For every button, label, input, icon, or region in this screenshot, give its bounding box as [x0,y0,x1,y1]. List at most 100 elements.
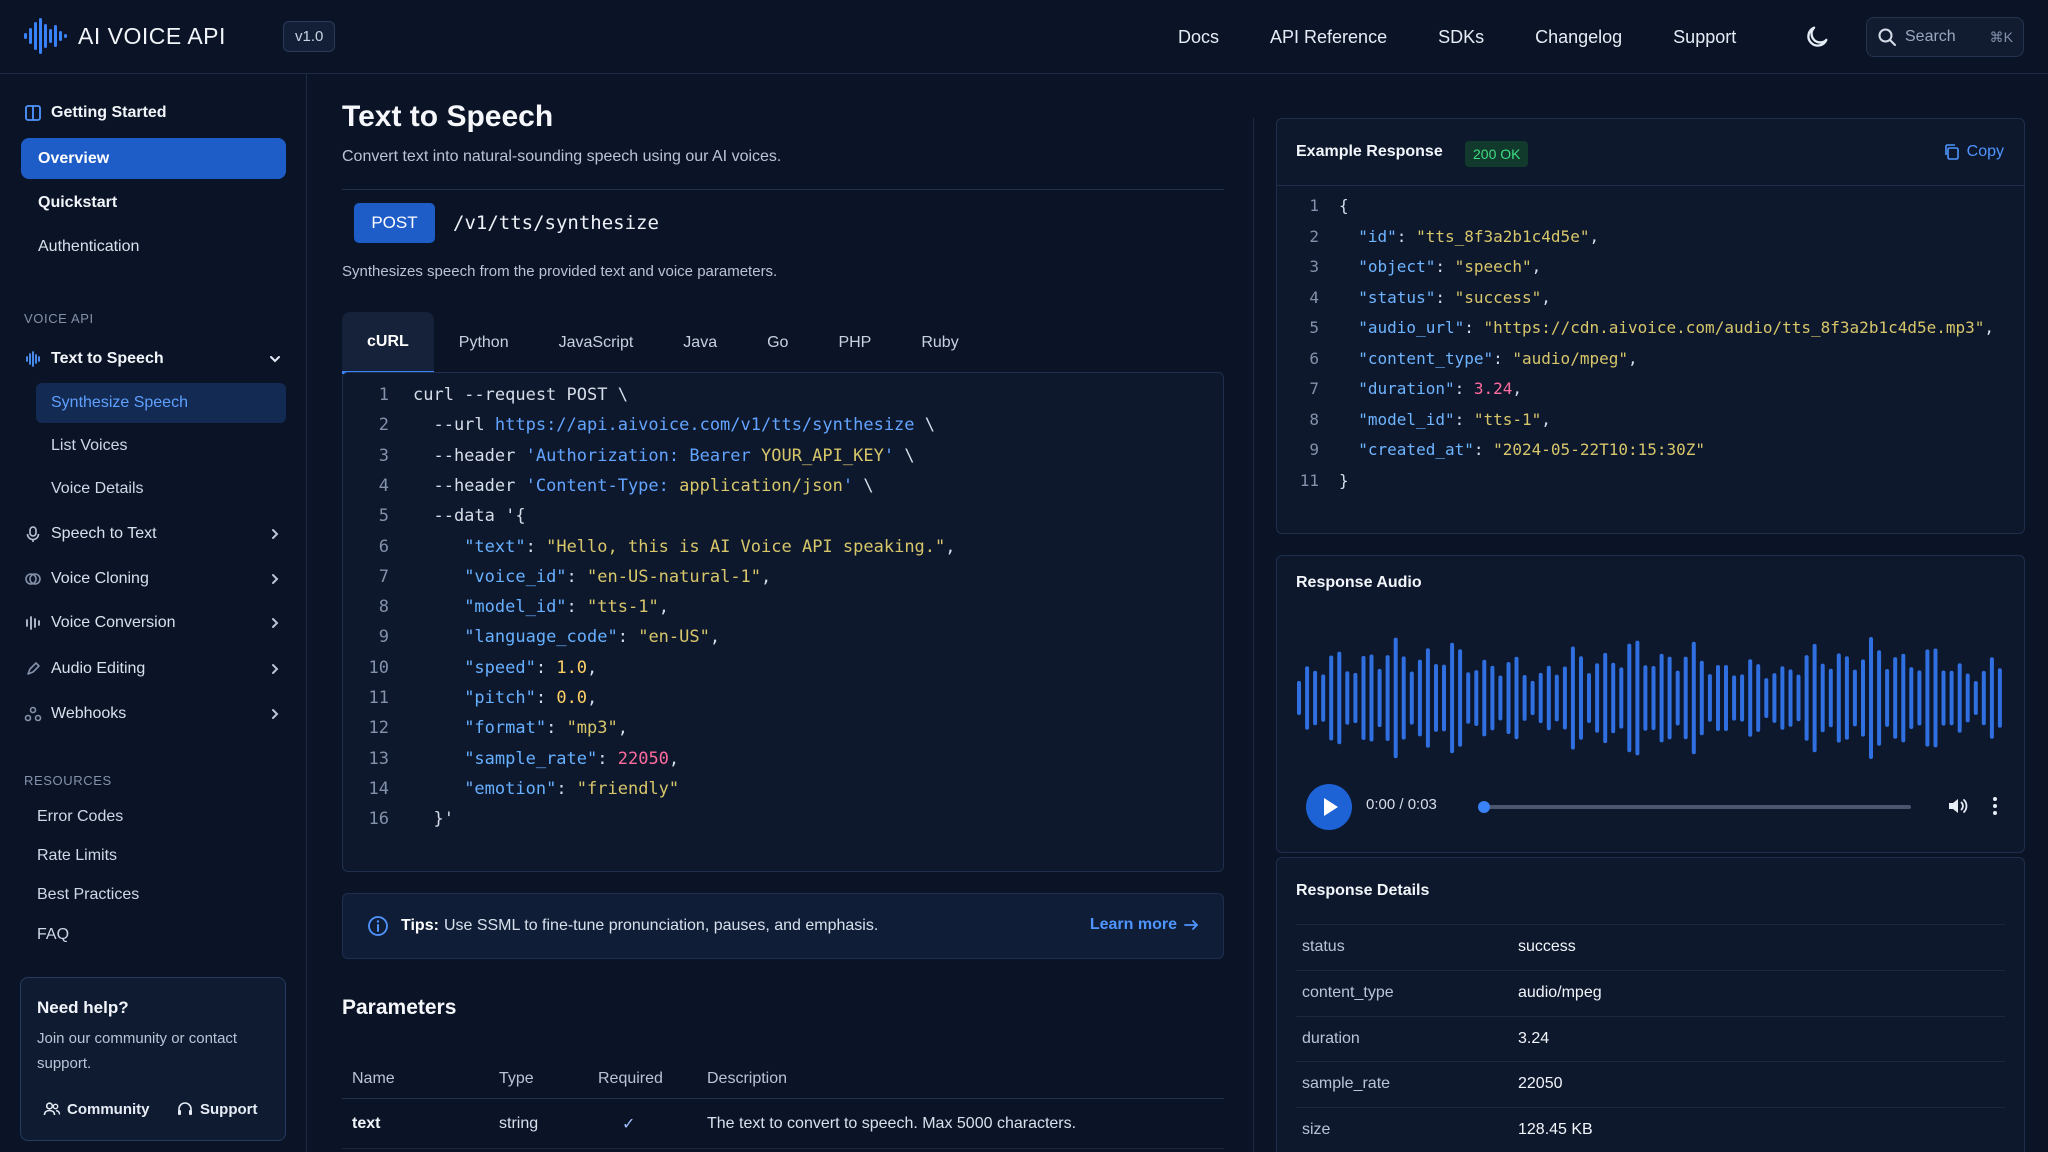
learn-more-link[interactable]: Learn more [1090,916,1201,934]
code-token: "2024-05-22T10:15:30Z" [1493,440,1706,459]
volume-icon[interactable] [1946,794,1970,818]
code-token: , [1984,318,1995,337]
code-token: "https://cdn.aivoice.com/audio/tts_8f3a2… [1483,318,1985,337]
sidebar-item-error-codes[interactable]: Error Codes [37,808,123,826]
json-line: 6 "content_type": "audio/mpeg", [1277,348,1637,379]
copy-button[interactable]: Copy [1943,143,2004,161]
waveform-bar [1619,667,1624,729]
code-token: "content_type" [1358,348,1494,368]
chevron-down-icon [270,356,280,363]
code-block[interactable]: 1 curl --request POST \ 2 --url https://ap… [342,372,1224,872]
sidebar-group-voice-cloning[interactable]: Voice Cloning [24,564,286,594]
nav-changelog[interactable]: Changelog [1535,27,1622,48]
waveform-bar [1893,657,1898,739]
tab-java[interactable]: Java [658,312,742,374]
waveform-bar [1627,643,1632,753]
audio-waveform[interactable] [1296,633,2005,763]
code-token: "format" [464,718,547,739]
sidebar-heading-getting-started[interactable]: Getting Started [24,104,167,122]
column-header-name: Name [352,1069,395,1087]
code-token: "model_id" [464,597,567,618]
sidebar-item-label: Overview [38,149,110,167]
support-button[interactable]: Support [176,1100,258,1118]
sidebar-group-webhooks[interactable]: Webhooks [24,699,286,729]
nav-docs[interactable]: Docs [1178,27,1219,48]
nav-sdks[interactable]: SDKs [1438,27,1484,48]
status-badge: 200 OK [1465,141,1529,167]
tab-ruby[interactable]: Ruby [896,312,983,374]
sidebar-item-quickstart[interactable]: Quickstart [21,182,286,223]
code-token: : [566,597,588,618]
version-badge[interactable]: v1.0 [283,21,336,52]
line-number: 10 [368,657,389,678]
sidebar-group-audio-editing[interactable]: Audio Editing [24,654,286,684]
code-token: , [709,627,721,648]
waveform-bar [1724,665,1728,731]
json-line: 1{ [1277,196,1348,226]
waveform-bar [1385,655,1390,741]
detail-row: content_type audio/mpeg [1296,970,2005,1016]
json-line: 3 "object": "speech", [1277,257,1541,287]
line-number: 6 [1309,348,1319,368]
line-number: 13 [368,748,389,769]
nav-support[interactable]: Support [1673,27,1736,48]
tip-callout: Tips: Use SSML to fine-tune pronunciatio… [342,893,1224,959]
sidebar-group-speech-to-text[interactable]: Speech to Text [24,519,286,549]
sidebar-item-overview[interactable]: Overview [21,138,286,179]
info-icon [368,916,388,936]
search-input[interactable]: Search ⌘K [1866,17,2024,57]
code-token: "Hello, this is AI Voice API speaking." [546,536,946,557]
nav-api-reference[interactable]: API Reference [1270,27,1387,48]
tab-curl[interactable]: cURL [342,312,434,374]
community-button[interactable]: Community [43,1100,150,1118]
waveform-bar [1546,665,1551,731]
seek-handle[interactable] [1478,801,1490,813]
seek-bar[interactable] [1482,805,1911,809]
waveform-bar [1482,659,1487,737]
code-token: "created_at" [1358,440,1474,459]
sidebar-group-text-to-speech[interactable]: Text to Speech [24,344,286,374]
tab-javascript[interactable]: JavaScript [534,312,659,374]
play-button[interactable] [1306,784,1352,830]
line-number: 1 [1309,196,1319,215]
tab-php[interactable]: PHP [813,312,896,374]
code-token: https://api.aivoice.com/v1/tts/synthesiz… [494,415,915,436]
code-token: "mp3" [566,718,618,739]
sidebar-group-voice-conversion[interactable]: Voice Conversion [24,608,286,638]
waveform-bar [1579,656,1583,740]
sidebar-item-faq[interactable]: FAQ [37,926,69,944]
edit-audio-icon [27,662,40,675]
page-title: Text to Speech [342,100,554,133]
waveform-bar [1909,667,1914,729]
code-token: "id" [1358,226,1397,246]
code-line: 12 "format": "mp3", [343,718,628,748]
search-shortcut: ⌘K [1989,28,2013,45]
waveform-bar [1570,646,1575,750]
sidebar-item-synthesize-speech[interactable]: Synthesize Speech [36,383,286,423]
moon-icon[interactable] [1803,23,1831,51]
tab-python[interactable]: Python [434,312,534,374]
sidebar-item-list-voices[interactable]: List Voices [36,426,286,466]
code-token: "text" [464,536,526,557]
sidebar-item-authentication[interactable]: Authentication [21,226,286,267]
response-json[interactable]: 1{2 "id": "tts_8f3a2b1c4d5e", 3 "object":… [1277,185,2024,503]
main-content: Text to Speech Convert text into natural… [308,74,1254,1152]
code-token: : [546,718,567,739]
sidebar-item-voice-details[interactable]: Voice Details [36,469,286,509]
endpoint-path[interactable]: /v1/tts/synthesize [453,212,659,234]
brand[interactable]: AI VOICE API [22,16,226,56]
example-response-panel: Example Response 200 OK Copy 1{2 "id": "… [1276,118,2025,534]
waveform-bar [1941,670,1946,726]
sidebar-item-best-practices[interactable]: Best Practices [37,886,139,904]
code-token: \ [894,445,915,466]
code-token: : [535,657,557,678]
more-vertical-icon[interactable] [1990,794,2000,818]
code-token: "object" [1358,257,1436,276]
detail-key: duration [1302,1030,1360,1047]
sidebar-item-rate-limits[interactable]: Rate Limits [37,847,117,865]
waveform-bar [1820,663,1825,733]
tab-go[interactable]: Go [742,312,813,374]
column-header-description: Description [707,1069,788,1087]
detail-key: sample_rate [1302,1075,1391,1092]
